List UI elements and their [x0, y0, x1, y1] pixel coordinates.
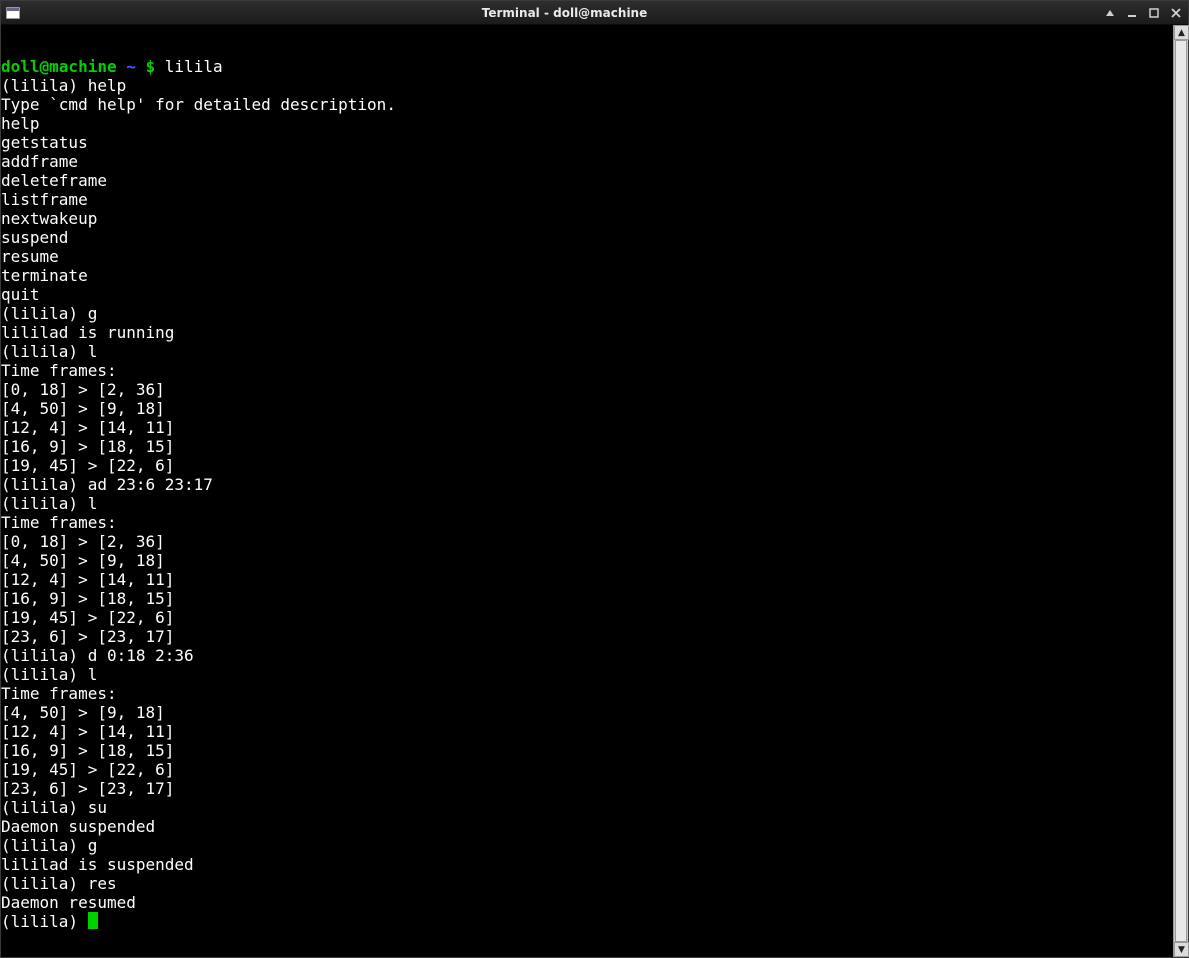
terminal-window: Terminal - doll@machine doll@machine ~ $…	[0, 0, 1189, 958]
maximize-button[interactable]	[1146, 5, 1162, 21]
scroll-up-button[interactable]: ▲	[1174, 25, 1189, 40]
close-button[interactable]	[1168, 5, 1184, 21]
shade-button[interactable]	[1102, 5, 1118, 21]
window-title: Terminal - doll@machine	[27, 6, 1102, 20]
scrollbar[interactable]: ▲ ▼	[1173, 25, 1188, 957]
window-controls	[1102, 5, 1184, 21]
terminal-icon	[5, 5, 21, 21]
scroll-down-button[interactable]: ▼	[1174, 942, 1189, 957]
minimize-button[interactable]	[1124, 5, 1140, 21]
cursor	[88, 912, 98, 929]
scroll-thumb[interactable]	[1175, 40, 1187, 942]
scroll-track[interactable]	[1174, 40, 1188, 942]
titlebar: Terminal - doll@machine	[1, 1, 1188, 25]
terminal-area[interactable]: doll@machine ~ $ lilila(lilila) helpType…	[1, 25, 1173, 957]
